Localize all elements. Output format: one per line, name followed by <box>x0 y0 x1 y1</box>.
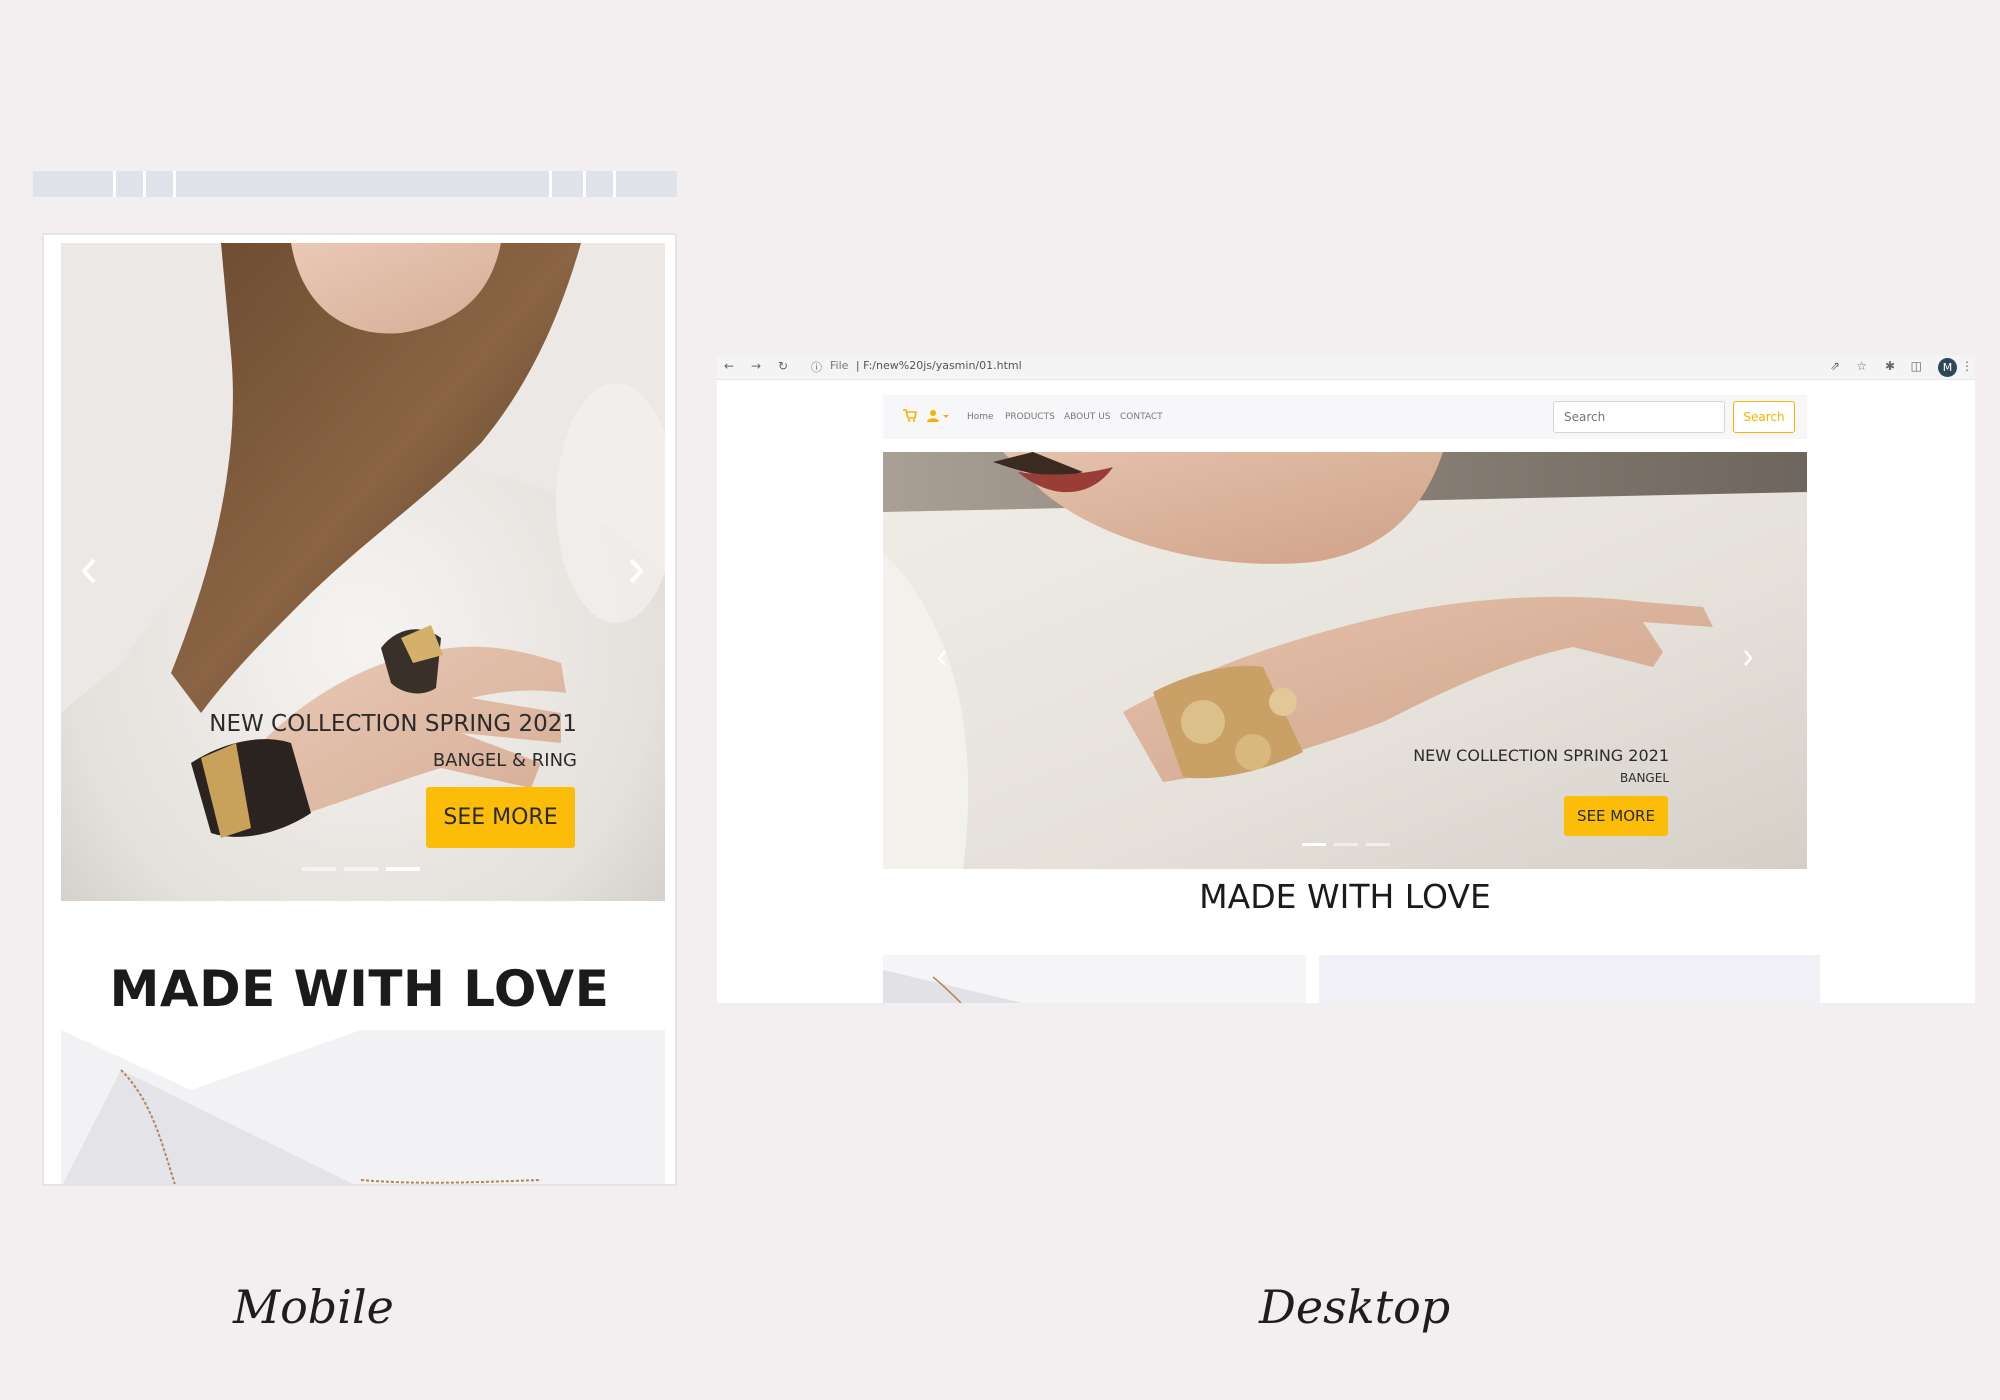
hero-caption-subtitle: BANGEL <box>1620 771 1669 785</box>
nav-link-contact[interactable]: CONTACT <box>1120 412 1163 422</box>
share-icon[interactable]: ⇗ <box>1830 359 1840 373</box>
user-icon[interactable] <box>927 409 949 426</box>
hero-image <box>883 452 1807 869</box>
star-icon[interactable]: ☆ <box>1856 359 1867 373</box>
puzzle-icon[interactable]: ✱ <box>1885 359 1895 373</box>
carousel-indicator-2[interactable] <box>344 867 378 871</box>
section-heading: MADE WITH LOVE <box>1199 877 1491 916</box>
avatar[interactable]: M <box>1938 358 1957 377</box>
carousel-indicators <box>1302 843 1398 846</box>
nav-link-about-us[interactable]: ABOUT US <box>1064 412 1111 422</box>
chevron-right-icon <box>629 558 644 584</box>
cart-icon[interactable] <box>903 409 917 426</box>
carousel-indicators <box>302 867 428 871</box>
hero-caption-title: NEW COLLECTION SPRING 2021 <box>209 711 577 737</box>
info-icon[interactable]: ⓘ <box>811 359 822 375</box>
search-button[interactable]: Search <box>1733 401 1795 433</box>
product-photo <box>61 1030 665 1184</box>
product-card <box>883 955 1306 1003</box>
hero-caption-title: NEW COLLECTION SPRING 2021 <box>1413 746 1669 765</box>
mobile-mockup: NEW COLLECTION SPRING 2021 BANGEL & RING… <box>33 171 677 1186</box>
product-image <box>61 1030 665 1184</box>
carousel-prev-button[interactable] <box>81 558 97 588</box>
carousel-next-button[interactable] <box>1743 650 1753 670</box>
see-more-button[interactable]: SEE MORE <box>426 787 575 848</box>
url-prefix: File <box>830 359 849 372</box>
nav-link-home[interactable]: Home <box>967 412 994 422</box>
url-text: F:/new%20js/yasmin/01.html <box>863 359 1022 372</box>
chevron-right-icon <box>1744 650 1753 666</box>
search-input[interactable] <box>1553 401 1725 433</box>
hero-carousel[interactable]: NEW COLLECTION SPRING 2021 BANGEL & RING… <box>61 243 665 901</box>
carousel-prev-button[interactable] <box>937 650 947 670</box>
section-heading: MADE WITH LOVE <box>109 960 610 1018</box>
hero-caption-subtitle: BANGEL & RING <box>432 750 577 771</box>
browser-toolbar: ← → ↻ ⓘ File | F:/new%20js/yasmin/01.htm… <box>717 355 1975 380</box>
desktop-label: Desktop <box>1259 1280 1451 1334</box>
site-navbar: Home PRODUCTS ABOUT US CONTACT Search <box>883 395 1807 439</box>
see-more-button[interactable]: SEE MORE <box>1564 796 1668 836</box>
desktop-mockup: ← → ↻ ⓘ File | F:/new%20js/yasmin/01.htm… <box>717 355 1975 1003</box>
carousel-indicator-2[interactable] <box>1334 843 1358 846</box>
arrow-right-icon[interactable]: → <box>751 359 761 373</box>
kebab-menu-icon[interactable]: ⋮ <box>1961 359 1973 373</box>
mobile-top-bar <box>33 171 677 197</box>
product-photo <box>883 955 1306 1003</box>
hero-carousel[interactable]: NEW COLLECTION SPRING 2021 BANGEL SEE MO… <box>883 452 1807 869</box>
arrow-left-icon[interactable]: ← <box>724 359 734 373</box>
mobile-screen: NEW COLLECTION SPRING 2021 BANGEL & RING… <box>42 233 677 1186</box>
chevron-left-icon <box>937 650 946 666</box>
chevron-left-icon <box>81 558 96 584</box>
address-bar[interactable]: File | F:/new%20js/yasmin/01.html <box>830 359 1022 372</box>
reload-icon[interactable]: ↻ <box>778 359 788 373</box>
carousel-next-button[interactable] <box>628 558 644 588</box>
carousel-indicator-3[interactable] <box>1366 843 1390 846</box>
mobile-label: Mobile <box>233 1280 394 1334</box>
carousel-indicator-1[interactable] <box>1302 843 1326 846</box>
nav-link-products[interactable]: PRODUCTS <box>1005 412 1055 422</box>
carousel-indicator-3[interactable] <box>386 867 420 871</box>
sidepanel-icon[interactable]: ◫ <box>1911 359 1922 373</box>
product-card <box>1319 955 1820 1003</box>
carousel-indicator-1[interactable] <box>302 867 336 871</box>
